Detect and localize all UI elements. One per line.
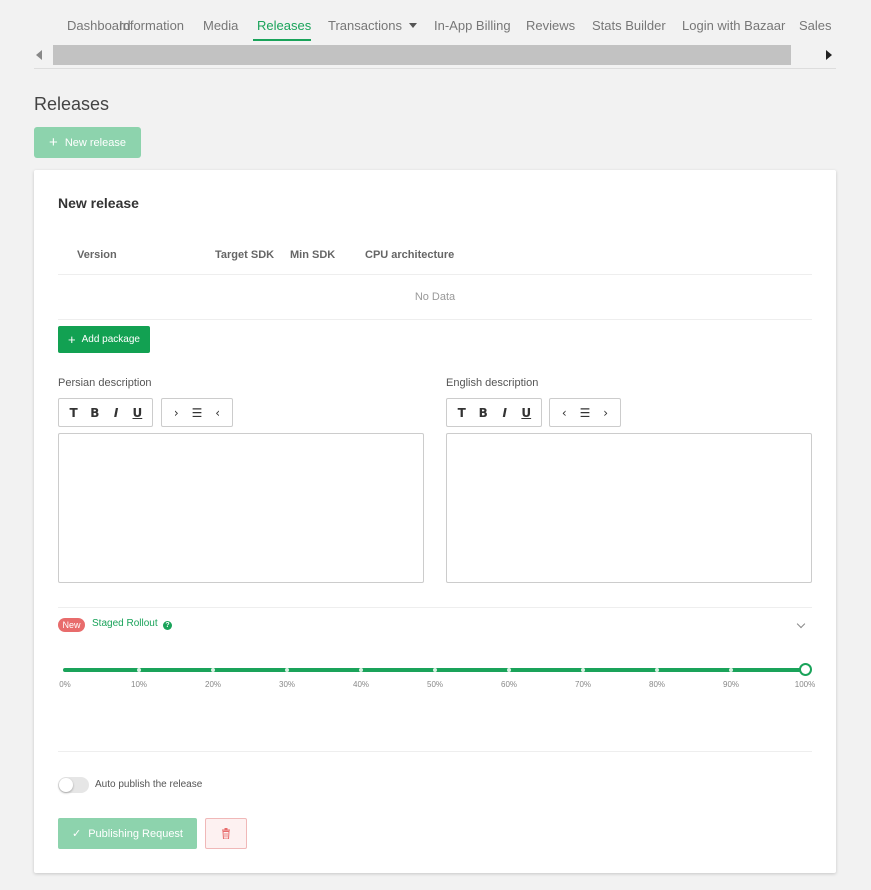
list-icon[interactable]: ☰ (575, 406, 596, 420)
slider-tick-label: 0% (59, 680, 71, 689)
column-header-version: Version (77, 249, 117, 261)
table-bottom-divider (58, 319, 812, 320)
rollout-slider-handle[interactable] (799, 663, 812, 676)
auto-publish-toggle[interactable] (58, 777, 89, 793)
english-description-editor[interactable] (446, 433, 812, 583)
slider-tick-label: 50% (426, 680, 444, 689)
tab-transactions[interactable]: Transactions (328, 18, 417, 33)
underline-icon[interactable]: U (127, 406, 148, 420)
tab-sales-reports[interactable]: Sales Re (799, 18, 836, 33)
rollout-divider-bottom (58, 751, 812, 752)
bold-icon[interactable]: B (473, 406, 495, 420)
tabs-scrollbar[interactable] (53, 45, 791, 65)
chevron-left-icon[interactable]: ‹ (554, 406, 575, 420)
plus-icon: + (68, 332, 76, 347)
slider-tick-label: 100% (794, 680, 816, 689)
slider-tick-dot[interactable] (433, 668, 437, 672)
slider-tick-dot[interactable] (285, 668, 289, 672)
page-title: Releases (34, 94, 110, 114)
check-icon: ✓ (71, 828, 82, 840)
tab-reviews[interactable]: Reviews (526, 18, 575, 33)
column-header-cpu-architecture: CPU architecture (365, 249, 455, 261)
slider-tick-label: 10% (130, 680, 148, 689)
english-description-label: English description (446, 377, 539, 389)
slider-tick-label: 90% (722, 680, 740, 689)
persian-description-label: Persian description (58, 377, 152, 389)
tab-in-app-billing[interactable]: In-App Billing (434, 18, 511, 33)
toggle-knob (59, 778, 73, 792)
tab-stats-builder[interactable]: Stats Builder (592, 18, 666, 33)
persian-list-toolbar: › ☰ ‹ (161, 398, 233, 427)
table-empty-text: No Data (414, 291, 456, 303)
persian-format-toolbar: T B I U (58, 398, 153, 427)
chevron-right-icon[interactable]: › (595, 406, 616, 420)
trash-icon (222, 828, 230, 839)
new-release-button[interactable]: + New release (34, 127, 141, 158)
add-package-button[interactable]: + Add package (58, 326, 150, 353)
caret-down-icon (408, 23, 417, 28)
new-release-label: New release (64, 136, 126, 149)
tab-releases[interactable]: Releases (257, 18, 311, 33)
top-nav: Dashboard Information Media Releases Tra… (34, 0, 836, 42)
slider-tick-dot[interactable] (655, 668, 659, 672)
slider-tick-label: 70% (574, 680, 592, 689)
slider-tick-dot[interactable] (137, 668, 141, 672)
scroll-right-icon[interactable] (826, 50, 832, 60)
table-header-divider (58, 274, 812, 275)
slider-tick-dot[interactable] (729, 668, 733, 672)
slider-tick-dot[interactable] (211, 668, 215, 672)
slider-tick-label: 30% (278, 680, 296, 689)
new-release-card: New release Version Target SDK Min SDK C… (34, 170, 836, 873)
nav-divider (34, 68, 836, 69)
slider-tick-dot[interactable] (359, 668, 363, 672)
text-style-icon[interactable]: T (451, 406, 473, 420)
staged-rollout-label[interactable]: Staged Rollout (92, 618, 158, 629)
scroll-left-icon[interactable] (36, 50, 42, 60)
help-icon[interactable]: ? (163, 621, 172, 630)
tab-login-with-bazaar[interactable]: Login with Bazaar (682, 18, 785, 33)
chevron-right-icon[interactable]: › (166, 406, 187, 420)
slider-tick-label: 80% (648, 680, 666, 689)
english-list-toolbar: ‹ ☰ › (549, 398, 621, 427)
tab-media[interactable]: Media (203, 18, 238, 33)
publishing-request-button[interactable]: ✓ Publishing Request (58, 818, 197, 849)
active-tab-indicator (253, 39, 311, 41)
chevron-down-icon[interactable] (796, 619, 806, 629)
tab-information[interactable]: Information (119, 18, 184, 33)
italic-icon[interactable]: I (106, 406, 127, 420)
persian-description-editor[interactable] (58, 433, 424, 583)
underline-icon[interactable]: U (516, 406, 538, 420)
publishing-request-label: Publishing Request (88, 827, 183, 840)
rollout-divider-top (58, 607, 812, 608)
slider-tick-dot[interactable] (581, 668, 585, 672)
card-title: New release (58, 195, 139, 211)
new-badge: New (58, 618, 85, 632)
auto-publish-label: Auto publish the release (95, 779, 203, 790)
slider-tick-label: 40% (352, 680, 370, 689)
plus-icon: + (49, 134, 58, 151)
column-header-min-sdk: Min SDK (290, 249, 336, 261)
italic-icon[interactable]: I (494, 406, 516, 420)
chevron-left-icon[interactable]: ‹ (207, 406, 228, 420)
slider-tick-label: 20% (204, 680, 222, 689)
slider-tick-label: 60% (500, 680, 518, 689)
column-header-target-sdk: Target SDK (215, 249, 275, 261)
text-style-icon[interactable]: T (63, 406, 84, 420)
tab-transactions-label: Transactions (328, 18, 402, 33)
english-format-toolbar: T B I U (446, 398, 542, 427)
delete-button[interactable] (205, 818, 247, 849)
slider-tick-dot[interactable] (507, 668, 511, 672)
bold-icon[interactable]: B (84, 406, 105, 420)
list-icon[interactable]: ☰ (187, 406, 208, 420)
add-package-label: Add package (81, 334, 140, 345)
